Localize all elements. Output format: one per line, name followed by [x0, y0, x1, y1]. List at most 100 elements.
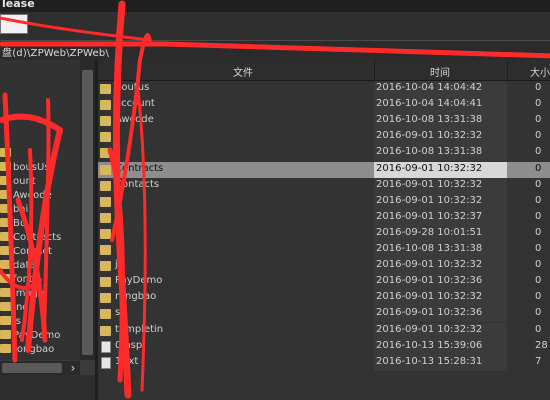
file-row[interactable]: Contracts 2016-09-01 10:32:32 0: [98, 161, 550, 178]
tree-item[interactable]: Contact: [0, 246, 52, 260]
file-size: 0: [535, 82, 542, 93]
tree-item[interactable]: data: [0, 260, 36, 274]
folder-icon: [0, 148, 11, 157]
file-time: 2016-09-01 10:32:36: [376, 275, 483, 287]
tree-footer: [0, 375, 97, 400]
file-row[interactable]: 2016-10-08 13:31:38 0: [98, 242, 550, 258]
file-name: boutus: [115, 82, 150, 93]
tree-item-label: PayDemo: [13, 330, 61, 341]
file-size: 0: [535, 98, 542, 110]
file-row[interactable]: s 2016-09-01 10:32:36 0: [98, 306, 550, 323]
tree-item[interactable]: [0, 148, 13, 162]
tree-item[interactable]: ount: [0, 176, 36, 190]
file-row[interactable]: 2016-09-01 10:32:32 0: [98, 129, 550, 146]
file-row[interactable]: rongbao 2016-09-01 10:32:32 0: [98, 290, 550, 307]
file-row[interactable]: js 2016-09-01 10:32:32 0: [98, 258, 550, 275]
file-row[interactable]: Awcode 2016-10-08 13:31:38 0: [98, 113, 550, 130]
file-size: 0: [535, 323, 542, 335]
folder-icon: [0, 260, 11, 269]
tree-vertical-scrollbar[interactable]: [80, 60, 95, 360]
file-row[interactable]: 1.txt 2016-10-13 15:28:31 7: [98, 354, 550, 371]
tree-item-label: js: [13, 316, 21, 327]
file-list-header: 文件 时间 大小: [98, 60, 550, 81]
file-row[interactable]: PayDemo 2016-09-01 10:32:36 0: [98, 274, 550, 291]
file-size: 0: [535, 243, 542, 254]
file-row[interactable]: 0.asp 2016-10-13 15:39:06 28: [98, 338, 550, 355]
folder-tree[interactable]: bousUs ount Awcode bai Bu Contracts Contact dat…: [0, 60, 81, 360]
address-bar[interactable]: 盘(d)\ZPWeb\ZPWeb\: [0, 40, 550, 61]
tree-item-label: data: [13, 260, 36, 271]
column-header-time[interactable]: 时间: [430, 64, 450, 79]
tree-item[interactable]: bousUs: [0, 162, 50, 176]
tree-item-label: bai: [13, 204, 29, 215]
file-time: 2016-09-01 10:32:32: [376, 323, 483, 335]
tree-item[interactable]: js: [0, 316, 21, 330]
file-row[interactable]: templetin 2016-09-01 10:32:32 0: [98, 322, 550, 339]
file-size: 0: [535, 178, 542, 190]
tree-item[interactable]: rongbao: [0, 344, 54, 358]
tree-item-label: Inc: [13, 302, 28, 313]
tree-item-label: Awcode: [13, 190, 52, 201]
file-row[interactable]: 2016-09-01 10:32:32 0: [98, 193, 550, 210]
file-icon: [101, 356, 111, 369]
file-row[interactable]: 2016-09-28 10:01:51 0: [98, 225, 550, 242]
tree-item[interactable]: image: [0, 288, 44, 302]
file-icon: [101, 340, 111, 353]
toolbar-icon[interactable]: [0, 14, 28, 34]
folder-icon: [0, 288, 11, 297]
file-time: 2016-09-28 10:01:51: [376, 226, 483, 238]
file-name: Contracts: [115, 162, 164, 174]
file-row[interactable]: 2016-09-01 10:32:37 0: [98, 209, 550, 226]
file-size: 0: [535, 275, 542, 287]
file-size: 28: [535, 339, 548, 351]
file-time: 2016-09-01 10:32:32: [376, 194, 483, 206]
folder-icon: [0, 316, 11, 325]
file-row[interactable]: account 2016-10-04 14:04:41 0: [98, 97, 550, 114]
column-header-name[interactable]: 文件: [233, 64, 253, 79]
file-size: 0: [535, 130, 542, 142]
file-time: 2016-10-04 14:04:41: [376, 98, 483, 110]
tree-item-label: fonts: [13, 274, 39, 285]
folder-icon: [100, 132, 111, 143]
tree-item[interactable]: fonts: [0, 274, 38, 288]
file-row[interactable]: 2016-10-08 13:31:38 0: [98, 145, 550, 162]
column-header-size[interactable]: 大小: [530, 64, 550, 79]
tree-item[interactable]: Bu: [0, 218, 26, 232]
file-time: 2016-09-01 10:32:32: [376, 291, 483, 303]
folder-icon: [0, 218, 11, 227]
title-bar: lease: [0, 0, 550, 12]
file-row[interactable]: boutus 2016-10-04 14:04:42 0: [98, 81, 550, 97]
file-row[interactable]: Contacts 2016-09-01 10:32:32 0: [98, 177, 550, 194]
tree-item[interactable]: Inc: [0, 302, 28, 316]
scrollbar-thumb[interactable]: [2, 363, 62, 373]
file-time: 2016-10-04 14:04:42: [376, 82, 483, 93]
file-time: 2016-09-01 10:32:32: [376, 130, 483, 142]
folder-icon: [100, 309, 111, 320]
folder-icon: [0, 302, 11, 311]
file-time: 2016-09-01 10:32:32: [376, 178, 483, 190]
file-list[interactable]: 文件 时间 大小 boutus 2016-10-04 14:04:42 0 accou…: [98, 60, 550, 400]
folder-icon: [100, 212, 111, 223]
file-name: Awcode: [115, 114, 154, 126]
tree-item[interactable]: Contracts: [0, 232, 61, 246]
column-separator[interactable]: [507, 60, 508, 80]
scrollbar-thumb[interactable]: [82, 70, 93, 355]
file-size: 0: [535, 210, 542, 222]
scroll-right-arrow-icon[interactable]: ›: [66, 361, 80, 375]
tree-item[interactable]: PayDemo: [0, 330, 60, 344]
column-separator[interactable]: [374, 60, 375, 80]
tree-item-label: ount: [13, 176, 36, 187]
tree-horizontal-scrollbar[interactable]: ›: [0, 361, 80, 375]
file-time: 2016-09-01 10:32:32: [376, 259, 483, 271]
file-time: 2016-10-13 15:39:06: [376, 339, 483, 351]
file-name: rongbao: [115, 291, 157, 303]
toolbar: [0, 12, 550, 40]
tree-item-label: bousUs: [13, 162, 50, 173]
folder-icon: [100, 164, 111, 175]
file-size: 7: [535, 355, 542, 367]
file-name: PayDemo: [115, 275, 163, 287]
tree-item[interactable]: Awcode: [0, 190, 52, 204]
folder-icon: [0, 246, 11, 255]
tree-item[interactable]: bai: [0, 204, 28, 218]
folder-icon: [0, 274, 11, 283]
